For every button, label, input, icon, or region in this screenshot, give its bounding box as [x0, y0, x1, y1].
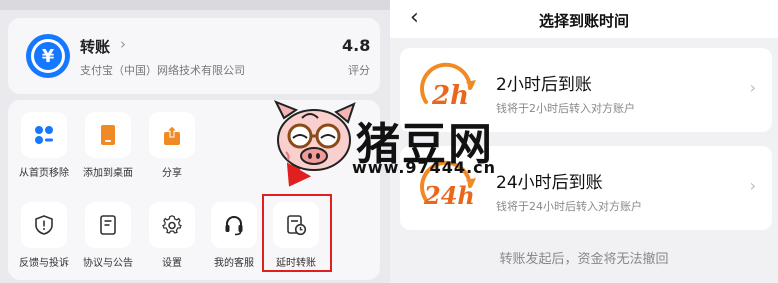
page-title: 选择到账时间 — [538, 12, 629, 30]
action-label: 从首页移除 — [19, 168, 69, 179]
shield-alert-icon — [21, 202, 67, 248]
chevron-right-icon: › — [749, 176, 756, 195]
share-icon — [149, 112, 195, 158]
remove-grid-icon — [21, 112, 67, 158]
app-company: 支付宝（中国）网络技术有限公司 — [80, 64, 245, 77]
yuan-transfer-icon: ¥ — [26, 34, 70, 78]
action-agreements[interactable]: 协议与公告 — [78, 202, 138, 269]
gear-icon — [149, 202, 195, 248]
add-to-desktop-icon — [85, 112, 131, 158]
nav-bar: ‹ 选择到账时间 — [390, 0, 778, 38]
option-title: 24小时后到账 — [496, 173, 603, 193]
headset-icon — [211, 202, 257, 248]
logo-text: 24h — [423, 181, 475, 210]
action-settings[interactable]: 设置 — [142, 202, 202, 269]
action-label: 反馈与投诉 — [19, 258, 69, 269]
action-share[interactable]: 分享 — [142, 112, 202, 179]
logo-text: 2h — [431, 81, 469, 111]
screenshot: ¥ 转账 › 支付宝（中国）网络技术有限公司 4.8 评分 从首页移除 添加到桌… — [0, 0, 778, 283]
option-subtitle: 钱将于2小时后转入对方账户 — [496, 102, 635, 115]
action-label: 添加到桌面 — [83, 168, 133, 179]
pig-mascot-icon — [270, 100, 360, 180]
app-rating-label: 评分 — [348, 64, 370, 77]
watermark-url: www.97444.cn — [352, 158, 497, 177]
irreversible-notice: 转账发起后，资金将无法撤回 — [499, 252, 669, 267]
highlight-box — [262, 194, 332, 272]
action-feedback[interactable]: 反馈与投诉 — [14, 202, 74, 269]
option-subtitle: 钱将于24小时后转入对方账户 — [496, 200, 642, 213]
action-label: 协议与公告 — [83, 258, 133, 269]
app-name: 转账 — [80, 38, 111, 56]
background-strip — [0, 0, 390, 10]
app-info-card[interactable]: ¥ 转账 › 支付宝（中国）网络技术有限公司 4.8 评分 — [8, 18, 380, 94]
action-remove-from-home[interactable]: 从首页移除 — [14, 112, 74, 179]
action-customer-service[interactable]: 我的客服 — [204, 202, 264, 269]
chevron-right-icon: › — [749, 78, 756, 97]
document-icon — [85, 202, 131, 248]
action-label: 分享 — [162, 168, 182, 179]
app-rating: 4.8 — [342, 36, 371, 55]
action-label: 设置 — [162, 258, 182, 269]
action-label: 我的客服 — [214, 258, 254, 269]
chevron-right-icon: › — [120, 35, 126, 53]
option-title: 2小时后到账 — [496, 75, 592, 95]
action-add-to-desktop[interactable]: 添加到桌面 — [78, 112, 138, 179]
